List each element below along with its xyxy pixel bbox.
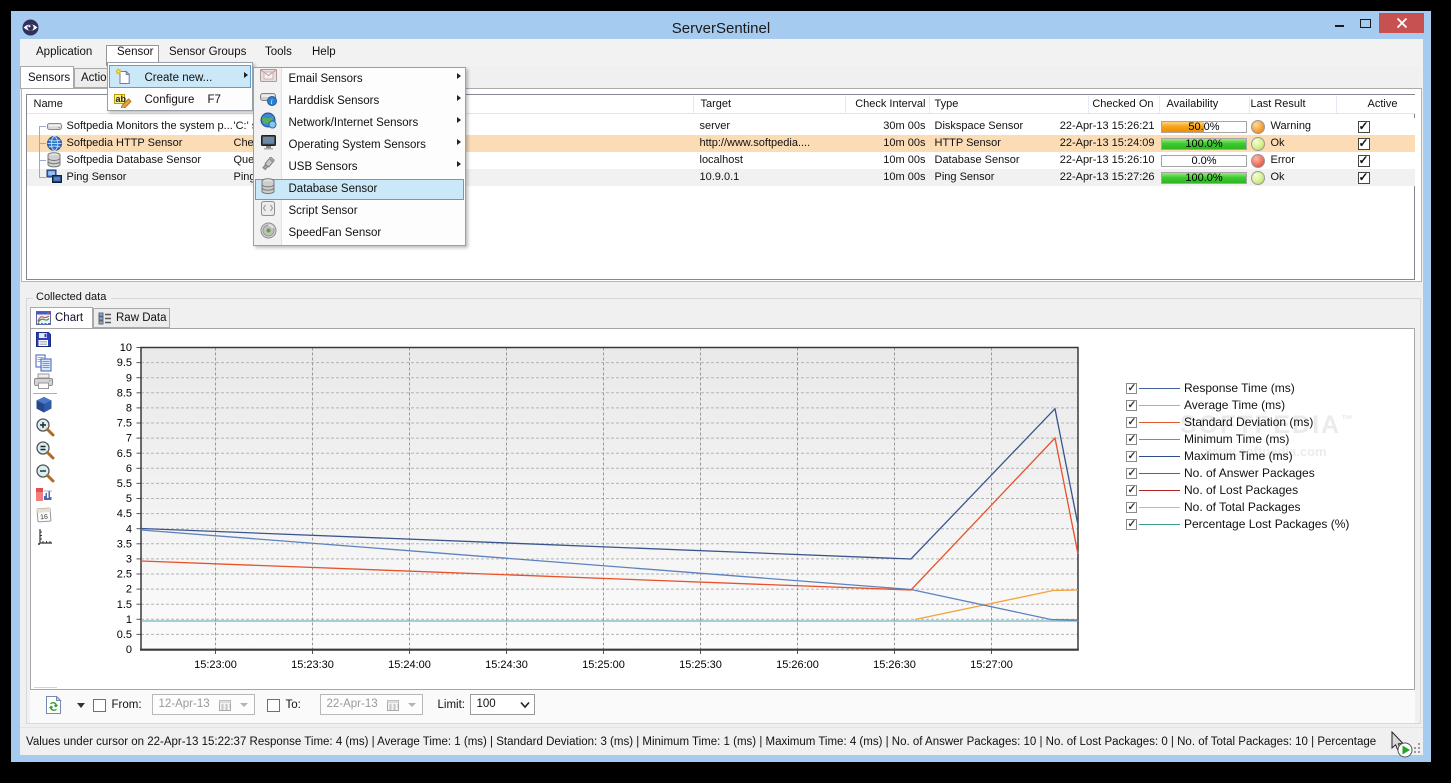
- svg-text:9: 9: [126, 372, 132, 384]
- svg-text:15:23:30: 15:23:30: [291, 659, 334, 671]
- svg-text:5: 5: [126, 493, 132, 505]
- svg-text:15:27:00: 15:27:00: [970, 659, 1013, 671]
- svg-text:3.5: 3.5: [117, 538, 132, 550]
- svg-text:15:25:00: 15:25:00: [582, 659, 625, 671]
- svg-text:2: 2: [126, 584, 132, 596]
- svg-text:0.5: 0.5: [117, 629, 132, 641]
- svg-text:2.5: 2.5: [117, 569, 132, 581]
- svg-text:7: 7: [126, 433, 132, 445]
- svg-text:16: 16: [40, 514, 48, 522]
- svg-text:9.5: 9.5: [117, 357, 132, 369]
- svg-text:i: i: [270, 98, 272, 106]
- svg-text:3: 3: [126, 554, 132, 566]
- svg-text:0: 0: [126, 644, 132, 656]
- svg-text:6.5: 6.5: [117, 448, 132, 460]
- svg-text:15:24:30: 15:24:30: [485, 659, 528, 671]
- svg-text:1.5: 1.5: [117, 599, 132, 611]
- svg-text:5.5: 5.5: [117, 478, 132, 490]
- svg-text:10: 10: [120, 342, 132, 354]
- svg-text:15:26:00: 15:26:00: [776, 659, 819, 671]
- svg-text:7.5: 7.5: [117, 418, 132, 430]
- svg-text:1: 1: [126, 614, 132, 626]
- svg-text:15:25:30: 15:25:30: [679, 659, 722, 671]
- svg-text:8.5: 8.5: [117, 387, 132, 399]
- svg-text:15:26:30: 15:26:30: [873, 659, 916, 671]
- svg-text:4.5: 4.5: [117, 508, 132, 520]
- svg-text:15:24:00: 15:24:00: [388, 659, 431, 671]
- svg-text:4: 4: [126, 523, 132, 535]
- svg-text:8: 8: [126, 403, 132, 415]
- svg-text:15:23:00: 15:23:00: [194, 659, 237, 671]
- svg-text:6: 6: [126, 463, 132, 475]
